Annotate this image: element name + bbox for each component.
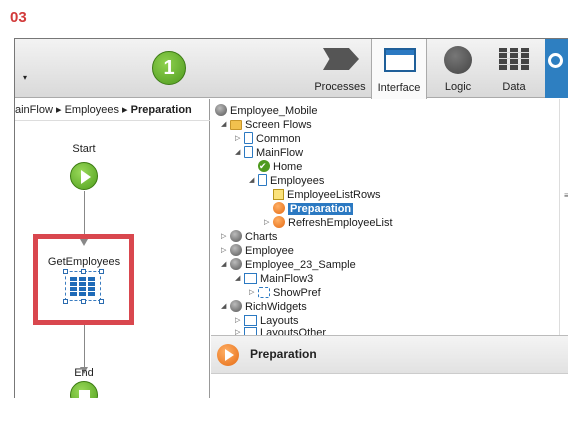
- properties-panel: Preparation: [211, 335, 568, 398]
- expanded-arrow-icon[interactable]: ◢: [221, 257, 230, 273]
- tree-item-label: EmployeeListRows: [287, 189, 381, 201]
- flow-icon: [258, 174, 267, 186]
- breadcrumb-item[interactable]: ainFlow: [15, 104, 53, 116]
- tree-item-label: MainFlow3: [260, 273, 314, 285]
- module-icon: [215, 104, 227, 116]
- start-label: Start: [72, 143, 96, 155]
- tree-item-label: Employee_Mobile: [230, 105, 318, 117]
- module-icon: [230, 230, 242, 242]
- tab-interface-label: Interface: [377, 82, 421, 94]
- processes-icon: [323, 48, 359, 70]
- flow-icon: [244, 146, 253, 158]
- expanded-arrow-icon[interactable]: ◢: [235, 271, 244, 287]
- expanded-arrow-icon[interactable]: ◢: [221, 117, 230, 133]
- properties-header: Preparation: [211, 336, 568, 374]
- elements-tree: Employee_Mobile ◢ Screen Flows ▷ Common ◢ M…: [211, 99, 568, 335]
- app-window: ▾ 1 Processes Interface Logic Data ainFl…: [14, 38, 568, 398]
- tab-logic[interactable]: Logic: [433, 39, 483, 98]
- breadcrumb-item[interactable]: Employees: [65, 104, 119, 116]
- tree-scrollbar[interactable]: ≡: [559, 99, 568, 335]
- search-button[interactable]: [545, 39, 568, 98]
- tree-item-label: RefreshEmployeeList: [288, 217, 393, 229]
- start-node-icon[interactable]: [70, 162, 98, 190]
- tree-item-label: Charts: [245, 231, 278, 243]
- tree-item-label: RichWidgets: [245, 301, 307, 313]
- data-icon: [499, 48, 529, 70]
- collapsed-arrow-icon[interactable]: ▷: [235, 325, 244, 335]
- screen-action-icon: [217, 344, 239, 366]
- tree-item-label: Common: [256, 133, 301, 145]
- tree-item-label: Employee_23_Sample: [245, 259, 356, 271]
- tree-item-label: Screen Flows: [245, 119, 312, 131]
- tree-item-refreshemployeelist[interactable]: ▷ RefreshEmployeeList: [264, 215, 393, 231]
- tree-item-label: Employee: [245, 245, 294, 257]
- module-icon: [230, 258, 242, 270]
- folder-icon: [230, 120, 242, 130]
- breadcrumb: ainFlow ▸ Employees ▸ Preparation: [15, 99, 210, 121]
- screen-flow-icon: [244, 327, 257, 335]
- toolbar: ▾ 1 Processes Interface Logic Data: [15, 39, 568, 99]
- tree-item-label: Home: [273, 161, 303, 173]
- expanded-arrow-icon[interactable]: ◢: [221, 299, 230, 315]
- tab-interface[interactable]: Interface: [371, 39, 427, 99]
- tree-item-label: LayoutsOther: [260, 327, 327, 335]
- block-icon: [273, 189, 284, 200]
- end-label: End: [74, 367, 94, 379]
- flow-canvas[interactable]: ainFlow ▸ Employees ▸ Preparation Start …: [15, 99, 210, 398]
- flow-connector: [84, 325, 85, 373]
- tree-item-layoutsother[interactable]: ▷ LayoutsOther: [235, 325, 326, 335]
- module-icon: [230, 300, 242, 312]
- flow-icon: [244, 132, 253, 144]
- tab-processes-label: Processes: [314, 81, 366, 93]
- breadcrumb-separator: ▸: [55, 104, 62, 116]
- tree-item-label: Employees: [270, 175, 325, 187]
- web-screen-icon: [258, 287, 270, 298]
- properties-title: Preparation: [250, 347, 317, 361]
- screen-flow-icon: [244, 273, 257, 284]
- tab-processes[interactable]: Processes: [311, 39, 369, 98]
- search-icon: [548, 53, 563, 68]
- module-icon: [230, 244, 242, 256]
- tab-data-label: Data: [502, 81, 526, 93]
- tab-logic-label: Logic: [444, 81, 472, 93]
- breadcrumb-separator: ▸: [122, 104, 128, 116]
- screen-action-icon: [273, 216, 285, 228]
- screen-action-icon: [273, 202, 285, 214]
- toolbar-dropdown-arrow[interactable]: ▾: [23, 73, 27, 82]
- step-badge: 1: [152, 51, 186, 85]
- interface-icon: [384, 48, 416, 72]
- expanded-arrow-icon[interactable]: ◢: [249, 173, 258, 189]
- step-number: 03: [10, 9, 27, 26]
- home-screen-icon: [258, 158, 270, 174]
- expanded-arrow-icon[interactable]: ◢: [235, 145, 244, 161]
- breadcrumb-current: Preparation: [130, 104, 192, 116]
- tree-item-label: ShowPref: [273, 287, 321, 299]
- end-node-icon[interactable]: [70, 381, 98, 398]
- highlight-box: [33, 234, 134, 325]
- tree-item-label-selected: Preparation: [288, 203, 354, 215]
- logic-icon: [444, 46, 472, 74]
- tab-data[interactable]: Data: [491, 39, 537, 98]
- scroll-grip-icon: ≡: [564, 191, 568, 200]
